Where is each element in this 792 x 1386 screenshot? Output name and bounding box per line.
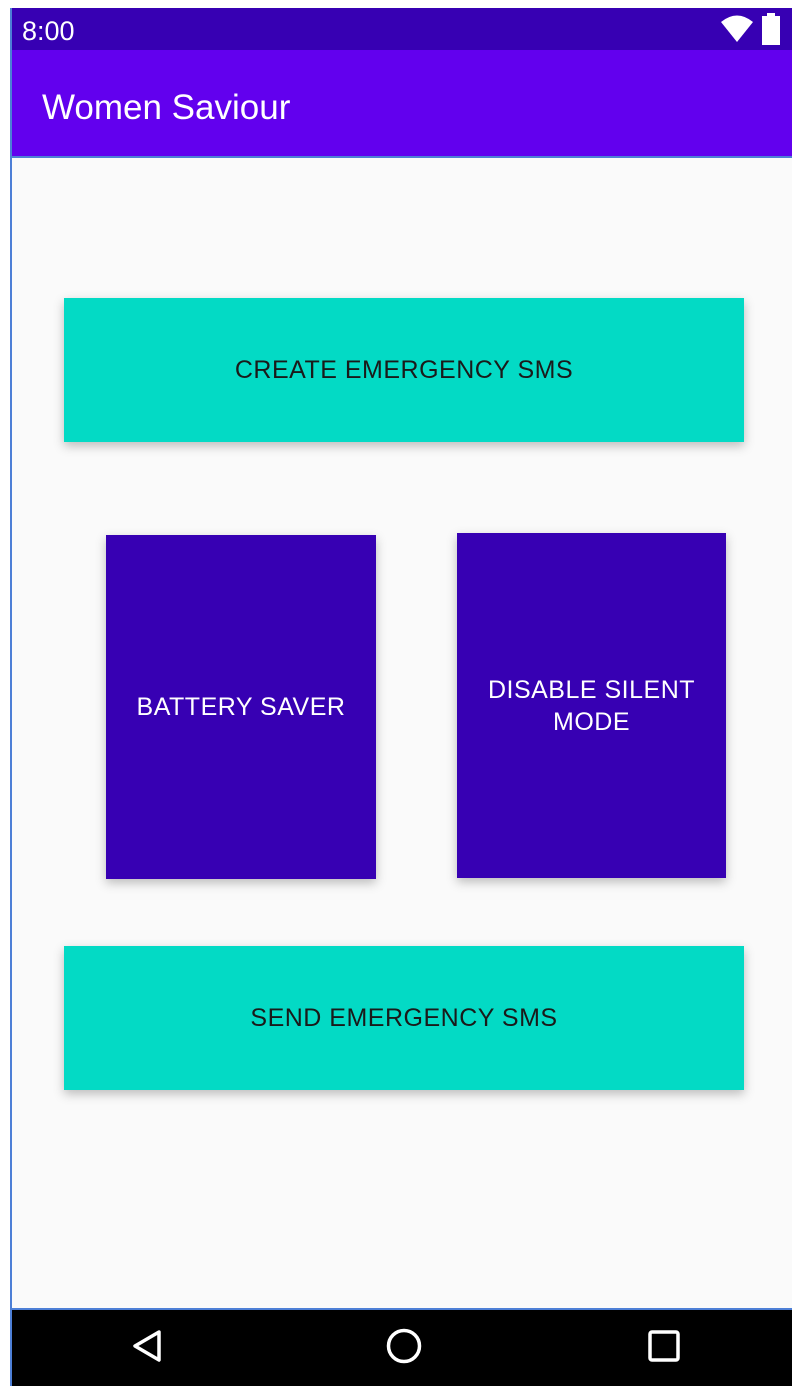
battery-saver-button[interactable]: BATTERY SAVER bbox=[106, 535, 376, 879]
app-title: Women Saviour bbox=[42, 88, 291, 127]
recent-apps-button[interactable] bbox=[644, 1328, 684, 1368]
send-emergency-sms-button[interactable]: SEND EMERGENCY SMS bbox=[64, 946, 744, 1090]
back-button[interactable] bbox=[127, 1328, 167, 1368]
wifi-icon bbox=[720, 15, 754, 48]
create-emergency-sms-button[interactable]: CREATE EMERGENCY SMS bbox=[64, 298, 744, 442]
back-icon bbox=[129, 1328, 165, 1369]
disable-silent-mode-button[interactable]: DISABLE SILENT MODE bbox=[457, 533, 726, 878]
home-button[interactable] bbox=[384, 1328, 424, 1368]
disable-silent-mode-label: DISABLE SILENT MODE bbox=[487, 675, 696, 736]
battery-saver-label: BATTERY SAVER bbox=[136, 693, 346, 721]
home-icon bbox=[385, 1327, 423, 1370]
status-time: 8:00 bbox=[22, 16, 75, 46]
send-emergency-sms-label: SEND EMERGENCY SMS bbox=[250, 1004, 558, 1032]
recent-apps-icon bbox=[647, 1329, 681, 1368]
battery-icon bbox=[762, 13, 780, 50]
navigation-bar bbox=[12, 1308, 792, 1386]
status-bar: 8:00 bbox=[12, 8, 792, 50]
app-screen: 8:00 Women Saviour CREATE EMERGENCY SMS … bbox=[10, 8, 792, 1386]
status-icons bbox=[720, 13, 780, 50]
app-bar: Women Saviour bbox=[12, 50, 792, 158]
create-emergency-sms-label: CREATE EMERGENCY SMS bbox=[234, 356, 574, 384]
